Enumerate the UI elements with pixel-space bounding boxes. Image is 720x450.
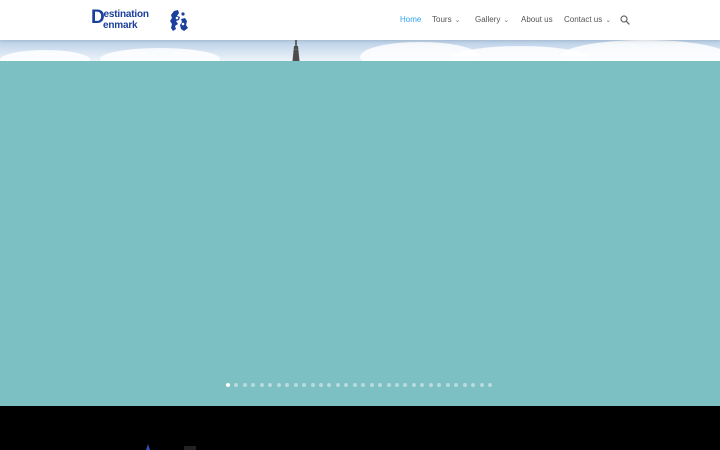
nav-item-label: Contact us [564,15,603,24]
site-footer [0,406,720,450]
slider-dot[interactable] [369,383,374,387]
slider-dot[interactable] [428,383,433,387]
site-logo[interactable]: Destination enmark [91,8,189,33]
nav-item-label: Gallery [475,15,501,24]
nav-item-label: About us [521,15,553,24]
slider-dot[interactable] [293,383,298,387]
slider-dot[interactable] [318,383,323,387]
logo-word-2: enmark [103,20,138,31]
logo-word-1: estination [103,9,149,20]
slider-dot[interactable] [395,383,399,387]
nav-item-tours[interactable]: Tours ⌄ [432,14,460,26]
slider-dot[interactable] [352,383,357,387]
slider-dot[interactable] [226,383,230,387]
slider-dot[interactable] [276,383,281,387]
chevron-down-icon: ⌄ [503,17,510,24]
denmark-map-icon [170,10,188,31]
slider-dot[interactable] [479,383,484,387]
slider-dot[interactable] [310,383,315,387]
site-header: Destination enmark Home Tours ⌄ Gallery ⌄ … [0,0,720,40]
slider-dot[interactable] [462,383,467,387]
slider-dot[interactable] [242,383,247,387]
search-icon[interactable] [620,15,630,25]
nav-item-gallery[interactable]: Gallery ⌄ [475,14,509,26]
slider-dot[interactable] [411,383,416,387]
nav-item-label: Tours [432,15,452,24]
footer-logo [146,444,196,450]
slider-dot[interactable] [487,383,492,387]
chevron-down-icon: ⌄ [605,17,612,24]
slider-dot[interactable] [445,383,450,387]
slider-dot[interactable] [335,383,340,387]
hero-image [0,40,720,61]
chevron-down-icon: ⌄ [454,17,461,24]
nav-item-home[interactable]: Home [400,14,421,25]
slider-dot[interactable] [259,383,264,387]
nav-item-label: Home [400,15,422,24]
nav-item-contact-us[interactable]: Contact us ⌄ [564,14,611,26]
hero-slider [0,61,720,406]
slider-dot[interactable] [386,383,391,387]
nav-item-about-us[interactable]: About us [521,14,553,25]
tower-image [292,40,300,61]
